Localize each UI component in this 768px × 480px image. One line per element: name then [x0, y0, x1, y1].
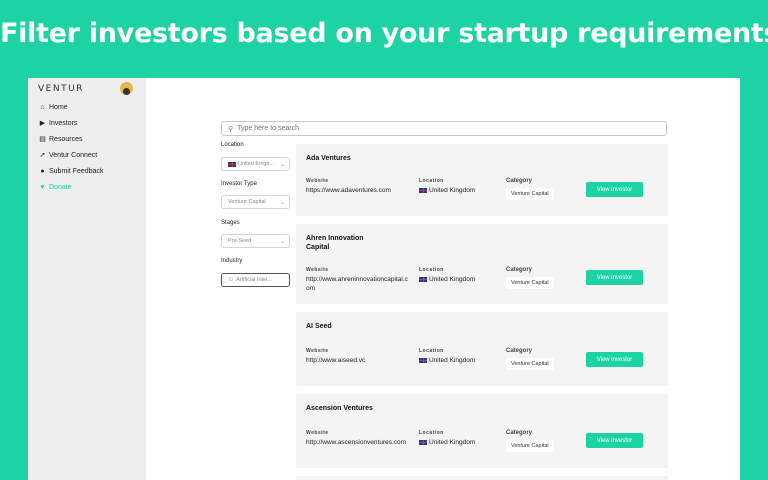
stages-value: Pre-Seed [228, 238, 252, 244]
uk-flag-icon [419, 439, 427, 445]
search-input[interactable]: ⚲ Type here to search [221, 121, 667, 136]
view-investor-button[interactable]: View investor [586, 433, 643, 448]
investor-name: Ascension Ventures [306, 405, 373, 412]
filter-label-investor-type: Investor Type [221, 181, 257, 187]
search-icon: ⚲ [228, 125, 234, 133]
sidebar-item-label: Investors [49, 119, 78, 127]
investor-type-value: Venture Capital [228, 199, 266, 205]
investor-card: Ascension Ventures Website http://www.as… [296, 394, 668, 468]
stages-select[interactable]: Pre-Seed ⌄ [221, 234, 290, 248]
website-link[interactable]: http://www.aiseed.vc [306, 356, 411, 365]
category-label: Category [506, 267, 533, 273]
avatar[interactable] [120, 82, 133, 95]
location-label: Location [419, 348, 444, 354]
website-label: Website [306, 348, 329, 354]
uk-flag-icon [228, 161, 236, 167]
location-text: United Kingdom [429, 357, 476, 364]
sidebar-item-donate[interactable]: ♥ Donate [38, 179, 103, 195]
rocket-icon: ➚ [39, 152, 46, 159]
chat-icon: ● [40, 167, 45, 175]
sidebar-item-label: Ventur Connect [49, 151, 98, 159]
location-label: Location [419, 267, 444, 273]
view-investor-button[interactable]: View investor [586, 182, 643, 197]
uk-flag-icon [419, 276, 427, 282]
search-placeholder: Type here to search [237, 125, 300, 132]
location-select[interactable]: United Kingd... ⌄ [221, 157, 290, 171]
location-value: United Kingdom [419, 356, 475, 365]
sidebar-item-home[interactable]: ⌂ Home [38, 99, 103, 115]
category-chip: Venture Capital [506, 188, 554, 200]
robot-icon: ☺ [228, 277, 235, 283]
investor-name: Ada Ventures [306, 155, 351, 162]
play-icon: ▶ [39, 120, 46, 127]
sidebar-item-label: Home [49, 103, 68, 111]
sidebar-item-investors[interactable]: ▶ Investors [38, 115, 103, 131]
website-label: Website [306, 178, 329, 184]
investor-type-select[interactable]: Venture Capital ⌄ [221, 195, 290, 209]
investor-card: Ada Ventures Website https://www.adavent… [296, 144, 668, 216]
website-link[interactable]: https://www.adaventures.com [306, 186, 411, 195]
sidebar: VENTUR ⌂ Home ▶ Investors ▤ Resources ➚ … [28, 78, 146, 480]
sidebar-item-label: Resources [49, 135, 83, 143]
home-icon: ⌂ [40, 103, 45, 111]
sidebar-nav: ⌂ Home ▶ Investors ▤ Resources ➚ Ventur … [38, 99, 103, 195]
view-investor-button[interactable]: View investor [586, 270, 643, 285]
location-value: United Kingd... [238, 161, 275, 167]
sidebar-item-resources[interactable]: ▤ Resources [38, 131, 103, 147]
location-text: United Kingdom [429, 276, 476, 283]
location-label: Location [419, 178, 444, 184]
category-chip: Venture Capital [506, 277, 554, 289]
location-label: Location [419, 430, 444, 436]
investor-card-partial [296, 476, 668, 480]
category-label: Category [506, 430, 533, 436]
website-link[interactable]: http://www.ascensionventures.com [306, 438, 411, 447]
logo: VENTUR [38, 84, 84, 94]
chevron-down-icon: ⌄ [279, 239, 285, 245]
filter-label-industry: Industry [221, 258, 243, 264]
investor-card: AI Seed Website http://www.aiseed.vc Loc… [296, 312, 668, 386]
filter-label-stages: Stages [221, 220, 240, 226]
location-value: United Kingdom [419, 438, 475, 447]
category-chip: Venture Capital [506, 358, 554, 370]
chevron-down-icon: ⌄ [279, 162, 285, 168]
location-value: United Kingdom [419, 186, 475, 195]
sidebar-item-ventur-connect[interactable]: ➚ Ventur Connect [38, 147, 103, 163]
category-label: Category [506, 178, 533, 184]
category-label: Category [506, 348, 533, 354]
location-value: United Kingdom [419, 275, 475, 284]
uk-flag-icon [419, 357, 427, 363]
heart-icon: ♥ [40, 183, 45, 191]
location-text: United Kingdom [429, 439, 476, 446]
sidebar-item-submit-feedback[interactable]: ● Submit Feedback [38, 163, 103, 179]
sidebar-item-label: Donate [49, 183, 72, 191]
industry-select[interactable]: ☺ Artificial Intel... [221, 273, 290, 287]
website-link[interactable]: http://www.ahreninnovationcapital.com [306, 275, 411, 293]
book-icon: ▤ [39, 136, 46, 143]
headline: Filter investors based on your startup r… [0, 18, 768, 49]
uk-flag-icon [419, 187, 427, 193]
investor-name: AI Seed [306, 323, 332, 330]
app-window: VENTUR ⌂ Home ▶ Investors ▤ Resources ➚ … [28, 78, 740, 480]
chevron-down-icon: ⌄ [279, 200, 285, 206]
view-investor-button[interactable]: View investor [586, 352, 643, 367]
category-chip: Venture Capital [506, 440, 554, 452]
website-label: Website [306, 430, 329, 436]
website-label: Website [306, 267, 329, 273]
sidebar-item-label: Submit Feedback [49, 167, 104, 175]
industry-value: Artificial Intel... [236, 277, 272, 283]
investor-card: Ahren Innovation Capital Website http://… [296, 224, 668, 304]
location-text: United Kingdom [429, 187, 476, 194]
investor-name: Ahren Innovation Capital [306, 235, 364, 251]
filter-label-location: Location [221, 142, 244, 148]
